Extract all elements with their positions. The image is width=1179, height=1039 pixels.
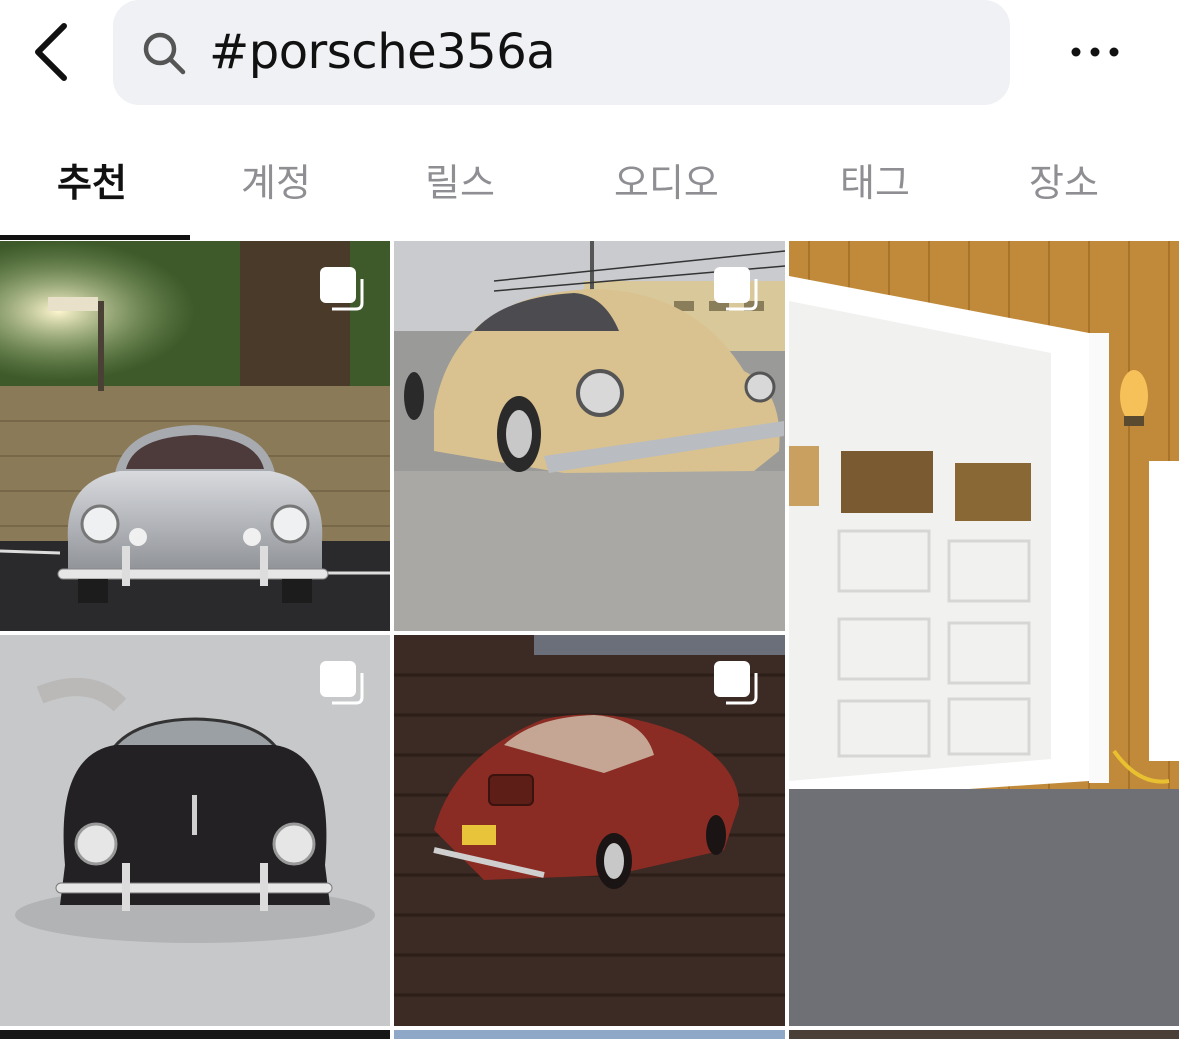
chevron-left-icon	[35, 23, 67, 81]
search-input[interactable]: #porsche356a	[209, 24, 556, 80]
grid-post-partial[interactable]	[394, 1030, 785, 1039]
grid-post-cream-coupe[interactable]	[394, 241, 785, 631]
tab-accounts[interactable]: 계정	[241, 152, 311, 207]
post-image	[789, 241, 1179, 1026]
carousel-multi-icon	[320, 267, 364, 311]
grid-post-black-speedster[interactable]	[0, 635, 390, 1026]
tab-bar: 추천 계정 릴스 오디오 태그 장소	[0, 130, 1179, 240]
search-field[interactable]: #porsche356a	[113, 0, 1010, 105]
active-tab-indicator	[0, 235, 190, 240]
tab-top[interactable]: 추천	[57, 152, 127, 207]
carousel-multi-icon	[714, 661, 758, 705]
more-options-button[interactable]	[1062, 34, 1128, 70]
tab-tags[interactable]: 태그	[840, 152, 910, 207]
search-icon	[143, 32, 186, 75]
back-button[interactable]	[22, 18, 82, 88]
grid-post-garage-reel[interactable]	[789, 241, 1179, 1026]
grid-post-partial[interactable]	[789, 1030, 1179, 1039]
explore-grid	[0, 241, 1179, 1039]
carousel-multi-icon	[320, 661, 364, 705]
tab-audio[interactable]: 오디오	[614, 152, 719, 207]
carousel-multi-icon	[714, 267, 758, 311]
top-bar: #porsche356a	[0, 0, 1179, 110]
grid-post-red-coupe[interactable]	[394, 635, 785, 1026]
grid-post-partial[interactable]	[0, 1030, 390, 1039]
tab-places[interactable]: 장소	[1029, 152, 1099, 207]
grid-post-silver-coupe[interactable]	[0, 241, 390, 631]
more-horizontal-icon	[1071, 47, 1119, 57]
tab-reels[interactable]: 릴스	[425, 152, 495, 207]
